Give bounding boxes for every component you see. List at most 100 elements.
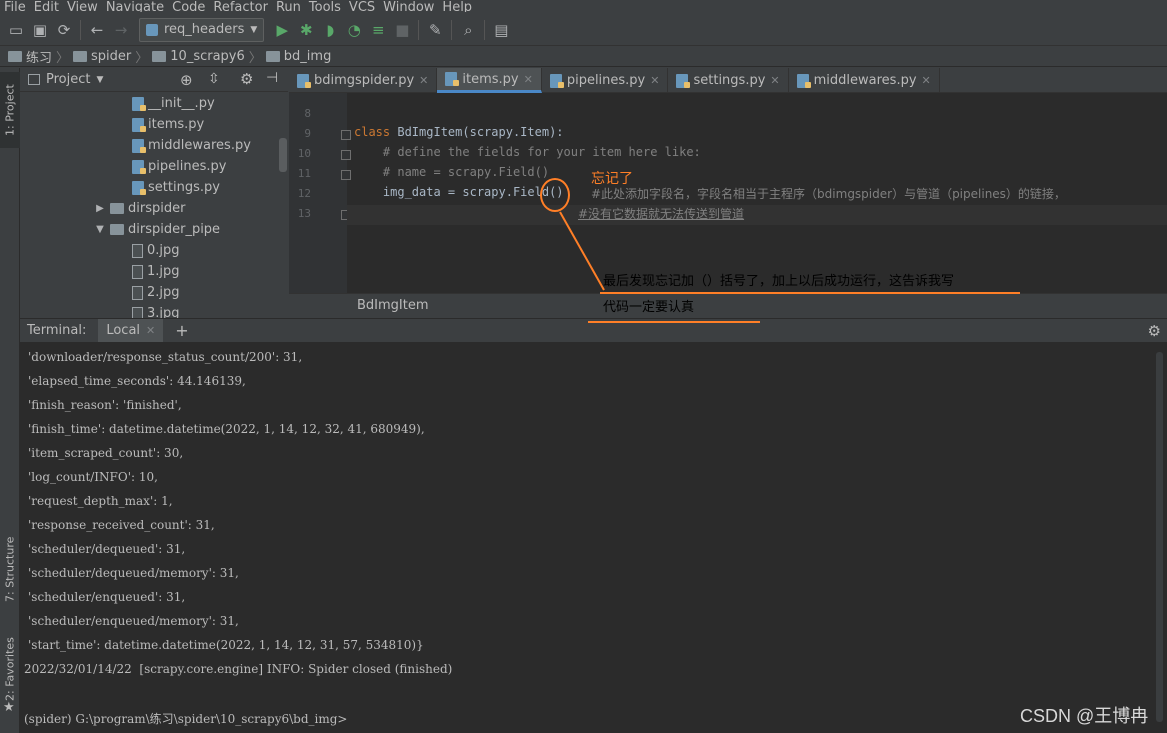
menu-tools[interactable]: Tools bbox=[305, 1, 345, 12]
menu-run[interactable]: Run bbox=[272, 1, 305, 12]
code-line-12[interactable]: img_data = scrapy.Field() bbox=[354, 185, 564, 199]
gear-icon[interactable]: ⚙ bbox=[1148, 322, 1161, 340]
fold-marker-icon[interactable] bbox=[341, 170, 351, 180]
fold-marker-icon[interactable] bbox=[341, 150, 351, 160]
python-file-icon bbox=[132, 138, 146, 153]
tree-item-2-jpg[interactable]: 2.jpg bbox=[132, 282, 180, 303]
project-view-icon bbox=[28, 74, 40, 85]
folder-icon bbox=[152, 50, 167, 62]
tree-item-pipelines[interactable]: pipelines.py bbox=[132, 156, 226, 177]
close-icon[interactable]: ✕ bbox=[922, 74, 931, 87]
concurrency-icon[interactable]: ≡ bbox=[366, 18, 390, 42]
hide-icon[interactable]: ⊣ bbox=[266, 70, 278, 86]
gear-icon[interactable]: ⚙ bbox=[240, 70, 253, 88]
coverage-icon[interactable]: ◗ bbox=[318, 18, 342, 42]
tab-bdimgspider[interactable]: bdimgspider.py ✕ bbox=[289, 68, 438, 93]
menu-refactor[interactable]: Refactor bbox=[209, 1, 272, 12]
structure-breadcrumb: BdImgItem bbox=[289, 293, 1167, 318]
close-icon[interactable]: ✕ bbox=[650, 74, 659, 87]
forward-arrow-icon[interactable]: → bbox=[109, 18, 133, 42]
menu-navigate[interactable]: Navigate bbox=[102, 1, 168, 12]
code-line-12-comment[interactable]: #此处添加字段名，字段名相当于主程序（bdimgspider）与管道（pipel… bbox=[591, 185, 1066, 202]
tree-item-3-jpg[interactable]: 3.jpg bbox=[132, 303, 180, 318]
tree-item-label: pipelines.py bbox=[148, 159, 227, 174]
tab-terminal-local[interactable]: Local ✕ bbox=[98, 318, 164, 343]
structure-icon[interactable]: ▤ bbox=[489, 18, 513, 42]
line-number: 11 bbox=[297, 167, 311, 180]
tree-item-settings[interactable]: settings.py bbox=[132, 177, 220, 198]
fold-marker-icon[interactable] bbox=[341, 130, 351, 140]
breadcrumb-item[interactable]: 练习 bbox=[8, 47, 52, 66]
code-line-11[interactable]: # name = scrapy.Field() bbox=[354, 165, 549, 179]
terminal-line: 'scheduler/enqueued': 31, bbox=[28, 590, 186, 604]
tree-item-0-jpg[interactable]: 0.jpg bbox=[132, 240, 180, 261]
tree-item-items[interactable]: items.py bbox=[132, 114, 204, 135]
run-config-label: req_headers bbox=[164, 22, 245, 37]
chevron-right-icon[interactable]: ▶ bbox=[94, 203, 106, 214]
save-icon[interactable]: ▣ bbox=[28, 18, 52, 42]
sync-icon[interactable]: ⟳ bbox=[52, 18, 76, 42]
breadcrumb-item[interactable]: spider bbox=[73, 49, 131, 64]
profile-icon[interactable]: ◔ bbox=[342, 18, 366, 42]
menu-file[interactable]: File bbox=[0, 1, 30, 12]
tab-middlewares[interactable]: middlewares.py ✕ bbox=[789, 68, 940, 93]
breadcrumb-item[interactable]: bd_img bbox=[265, 49, 331, 64]
stop-icon[interactable]: ■ bbox=[390, 18, 414, 42]
python-file-icon bbox=[796, 73, 811, 88]
search-icon[interactable]: ⌕ bbox=[456, 18, 480, 42]
menu-code[interactable]: Code bbox=[168, 1, 209, 12]
main-toolbar: ▭ ▣ ⟳ ← → req_headers ▼ ▶ ✱ ◗ ◔ ≡ ■ ✎ ⌕ … bbox=[0, 14, 1167, 46]
terminal-output[interactable]: 'downloader/response_status_count/200': … bbox=[20, 342, 1167, 733]
chevron-right-icon: 〉 bbox=[56, 50, 70, 66]
tree-item-middlewares[interactable]: middlewares.py bbox=[132, 135, 251, 156]
locate-icon[interactable]: ⊕ bbox=[180, 71, 193, 89]
tree-scrollbar[interactable] bbox=[279, 138, 287, 172]
project-view-select[interactable]: Project bbox=[46, 72, 90, 87]
close-icon[interactable]: ✕ bbox=[524, 73, 533, 86]
menu-edit[interactable]: Edit bbox=[30, 1, 63, 12]
tree-item-label: 3.jpg bbox=[147, 306, 180, 318]
chevron-down-icon[interactable]: ▼ bbox=[94, 224, 106, 235]
python-file-icon bbox=[132, 159, 146, 174]
open-folder-icon[interactable]: ▭ bbox=[4, 18, 28, 42]
tree-item-dirspider-pipe[interactable]: ▼ dirspider_pipe bbox=[94, 219, 220, 240]
tab-items[interactable]: items.py ✕ bbox=[437, 68, 542, 93]
tab-pipelines[interactable]: pipelines.py ✕ bbox=[542, 68, 669, 93]
close-icon[interactable]: ✕ bbox=[419, 74, 428, 87]
folder-icon bbox=[110, 224, 124, 235]
python-file-icon bbox=[445, 72, 460, 86]
code-line-10[interactable]: # define the fields for your item here l… bbox=[354, 145, 701, 159]
tree-item-1-jpg[interactable]: 1.jpg bbox=[132, 261, 180, 282]
image-file-icon bbox=[132, 264, 143, 279]
tree-item-dirspider[interactable]: ▶ dirspider bbox=[94, 198, 185, 219]
terminal-scrollbar[interactable] bbox=[1156, 352, 1163, 722]
terminal-prompt[interactable]: (spider) G:\program\练习\spider\10_scrapy6… bbox=[24, 710, 347, 727]
code-line-13-comment[interactable]: #没有它数据就无法传送到管道 bbox=[578, 205, 744, 222]
add-icon[interactable]: + bbox=[175, 321, 188, 340]
menu-view[interactable]: View bbox=[63, 1, 102, 12]
menu-help[interactable]: Help bbox=[438, 1, 476, 12]
tab-settings[interactable]: settings.py ✕ bbox=[668, 68, 789, 93]
menu-vcs[interactable]: VCS bbox=[345, 1, 379, 12]
structure-tool-tab[interactable]: 7: Structure bbox=[0, 534, 20, 604]
tree-item-init[interactable]: __init__.py bbox=[132, 93, 215, 114]
code-line-9[interactable]: class BdImgItem(scrapy.Item): bbox=[354, 125, 564, 139]
favorites-tool-tab[interactable]: 2: Favorites bbox=[0, 636, 20, 702]
debug-icon[interactable]: ✱ bbox=[294, 18, 318, 42]
chevron-down-icon[interactable]: ▼ bbox=[96, 75, 103, 85]
structure-crumb-label[interactable]: BdImgItem bbox=[357, 298, 429, 313]
project-tool-tab[interactable]: 1: Project bbox=[0, 72, 20, 148]
back-arrow-icon[interactable]: ← bbox=[85, 18, 109, 42]
menu-window[interactable]: Window bbox=[379, 1, 438, 12]
collapse-icon[interactable]: ⇳ bbox=[208, 71, 220, 87]
line-number: 12 bbox=[297, 187, 311, 200]
run-config-select[interactable]: req_headers ▼ bbox=[139, 17, 265, 42]
line-number: 8 bbox=[304, 107, 311, 120]
run-icon[interactable]: ▶ bbox=[270, 18, 294, 42]
wrench-icon[interactable]: ✎ bbox=[423, 18, 447, 42]
close-icon[interactable]: ✕ bbox=[770, 74, 779, 87]
close-icon[interactable]: ✕ bbox=[146, 324, 155, 337]
star-icon[interactable]: ★ bbox=[3, 700, 15, 715]
tree-item-label: 1.jpg bbox=[147, 264, 180, 279]
breadcrumb-item[interactable]: 10_scrapy6 bbox=[152, 49, 245, 64]
